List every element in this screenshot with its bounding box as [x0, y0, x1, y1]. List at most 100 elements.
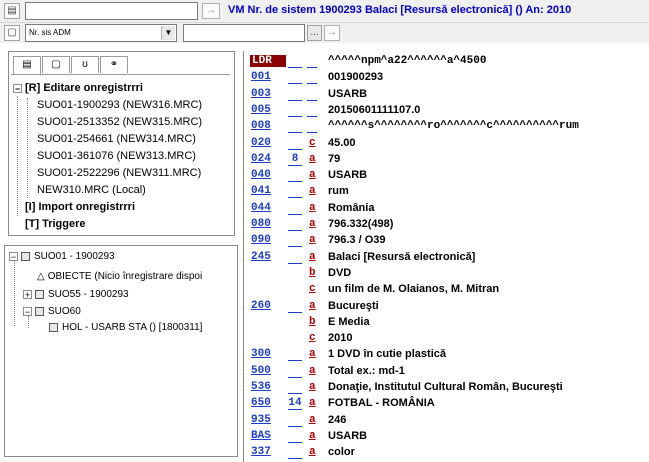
marc-tag[interactable]: 500: [251, 365, 283, 377]
marc-indicator-1[interactable]: [288, 446, 302, 460]
marc-indicator-1[interactable]: [288, 185, 302, 199]
marc-tag[interactable]: 935: [251, 414, 283, 426]
marc-indicator-1[interactable]: [288, 120, 302, 134]
marc-indicator-1[interactable]: [288, 71, 302, 85]
marc-subfield-code[interactable]: a: [309, 218, 316, 230]
marc-subfield-code[interactable]: a: [309, 397, 316, 409]
marc-indicator-1[interactable]: [288, 202, 302, 215]
tree-node-triggers[interactable]: [T] Triggere: [25, 218, 86, 230]
marc-tag[interactable]: 245: [251, 251, 283, 263]
page-icon[interactable]: ▤: [13, 56, 41, 75]
rec-node-suo60[interactable]: − SUO60: [23, 306, 81, 317]
marc-indicator-1[interactable]: 14: [288, 397, 302, 411]
tree-node-record[interactable]: SUO01-2522296 (NEW311.MRC): [37, 167, 201, 179]
marc-value[interactable]: 79: [328, 153, 340, 165]
marc-indicator-1[interactable]: 8: [288, 153, 302, 166]
marc-subfield-code[interactable]: a: [309, 185, 316, 197]
marc-indicator-1[interactable]: [288, 430, 302, 443]
rec-node-suo55[interactable]: + SUO55 - 1900293: [23, 289, 129, 300]
search-input[interactable]: [25, 2, 198, 20]
marc-subfield-code[interactable]: a: [309, 153, 316, 165]
marc-tag[interactable]: 650: [251, 397, 283, 409]
marc-indicator-2[interactable]: [307, 55, 317, 68]
tree-node-edit[interactable]: − [R] Editare onregistrrri: [13, 82, 143, 94]
marc-indicator-1[interactable]: [288, 300, 302, 313]
rec-node-holdings[interactable]: HOL - USARB STA () [1800311]: [49, 322, 202, 333]
marc-subfield-code[interactable]: a: [309, 202, 316, 214]
marc-value[interactable]: DVD: [328, 267, 351, 279]
marc-indicator-1[interactable]: [288, 55, 302, 68]
marc-tag[interactable]: LDR: [250, 55, 286, 67]
marc-subfield-code[interactable]: a: [309, 381, 316, 393]
marc-value[interactable]: 20150601111107.0: [328, 104, 420, 116]
marc-value[interactable]: România: [328, 202, 374, 214]
marc-value[interactable]: 1 DVD în cutie plastică: [328, 348, 446, 360]
marc-value[interactable]: 796.3 / O39: [328, 234, 386, 246]
marc-tag[interactable]: 041: [251, 185, 283, 197]
ellipsis-button[interactable]: ...: [307, 25, 322, 41]
marc-subfield-code[interactable]: a: [309, 234, 316, 246]
rec-node-suo01[interactable]: − SUO01 - 1900293: [9, 251, 115, 262]
tree-node-record[interactable]: SUO01-361076 (NEW313.MRC): [37, 150, 196, 162]
marc-subfield-code[interactable]: b: [309, 267, 316, 279]
marc-indicator-1[interactable]: [288, 104, 302, 117]
marc-subfield-code[interactable]: a: [309, 446, 316, 458]
marc-indicator-1[interactable]: [288, 365, 302, 378]
marc-indicator-2[interactable]: [307, 104, 317, 117]
marc-indicator-1[interactable]: [288, 381, 302, 394]
collapse-icon[interactable]: −: [13, 83, 22, 93]
marc-subfield-code[interactable]: c: [309, 283, 316, 295]
marc-tag[interactable]: 536: [251, 381, 283, 393]
search-type-select[interactable]: Nr. sis ADM ▼: [25, 24, 177, 42]
marc-value[interactable]: un film de M. Olaianos, M. Mitran: [328, 283, 499, 295]
marc-subfield-code[interactable]: c: [309, 137, 316, 149]
marc-tag[interactable]: 080: [251, 218, 283, 230]
marc-indicator-1[interactable]: [288, 218, 302, 231]
marc-subfield-code[interactable]: a: [309, 414, 316, 426]
marc-value[interactable]: E Media: [328, 316, 370, 328]
marc-indicator-1[interactable]: [288, 251, 302, 264]
arrow-right-icon[interactable]: →: [324, 25, 340, 41]
search-term-input[interactable]: [183, 24, 305, 42]
marc-tag[interactable]: 005: [251, 104, 283, 116]
marc-indicator-1[interactable]: [288, 137, 302, 150]
marc-value[interactable]: USARB: [328, 430, 367, 442]
notepad-icon[interactable]: ▤: [4, 3, 20, 19]
tree-node-record[interactable]: SUO01-254661 (NEW314.MRC): [37, 133, 196, 145]
marc-tag[interactable]: 040: [251, 169, 283, 181]
tree-node-import[interactable]: [I] Import onregistrrri: [25, 201, 135, 213]
marc-tag[interactable]: 001: [251, 71, 283, 83]
marc-subfield-code[interactable]: a: [309, 348, 316, 360]
tree-node-record[interactable]: SUO01-2513352 (NEW315.MRC): [37, 116, 202, 128]
marc-indicator-1[interactable]: [288, 348, 302, 362]
collapse-icon[interactable]: −: [23, 306, 32, 316]
rec-node-objects[interactable]: △ OBIECTE (Nicio înregistrare dispoi: [37, 271, 202, 282]
marc-value[interactable]: 45.00: [328, 137, 356, 149]
marc-indicator-1[interactable]: [288, 234, 302, 248]
marc-tag[interactable]: BAS: [251, 430, 283, 442]
marc-indicator-1[interactable]: [288, 88, 302, 101]
marc-subfield-code[interactable]: a: [309, 300, 316, 312]
marc-value[interactable]: 246: [328, 414, 346, 426]
marc-value[interactable]: rum: [328, 185, 349, 197]
tag-icon[interactable]: ʊ: [71, 56, 99, 73]
marc-value[interactable]: color: [328, 446, 355, 458]
marc-indicator-1[interactable]: [288, 169, 302, 183]
marc-subfield-code[interactable]: a: [309, 251, 316, 263]
marc-tag[interactable]: 024: [251, 153, 283, 165]
tree-node-record[interactable]: NEW310.MRC (Local): [37, 184, 146, 196]
marc-value[interactable]: ^^^^^^s^^^^^^^^ro^^^^^^^c^^^^^^^^^^rum: [328, 120, 579, 132]
marc-value[interactable]: 796.332(498): [328, 218, 393, 230]
collapse-icon[interactable]: −: [9, 251, 18, 261]
marc-tag[interactable]: 260: [251, 300, 283, 312]
expand-icon[interactable]: +: [23, 289, 32, 299]
window-icon[interactable]: ▢: [42, 56, 70, 73]
marc-value[interactable]: USARB: [328, 88, 367, 100]
marc-value[interactable]: USARB: [328, 169, 367, 181]
marc-indicator-2[interactable]: [307, 120, 317, 134]
marc-indicator-2[interactable]: [307, 71, 317, 85]
marc-tag[interactable]: 090: [251, 234, 283, 246]
arrow-right-icon[interactable]: →: [202, 3, 220, 19]
marc-value[interactable]: 001900293: [328, 71, 383, 83]
marc-value[interactable]: Donaţie, Institutul Cultural Român, Bucu…: [328, 381, 563, 393]
